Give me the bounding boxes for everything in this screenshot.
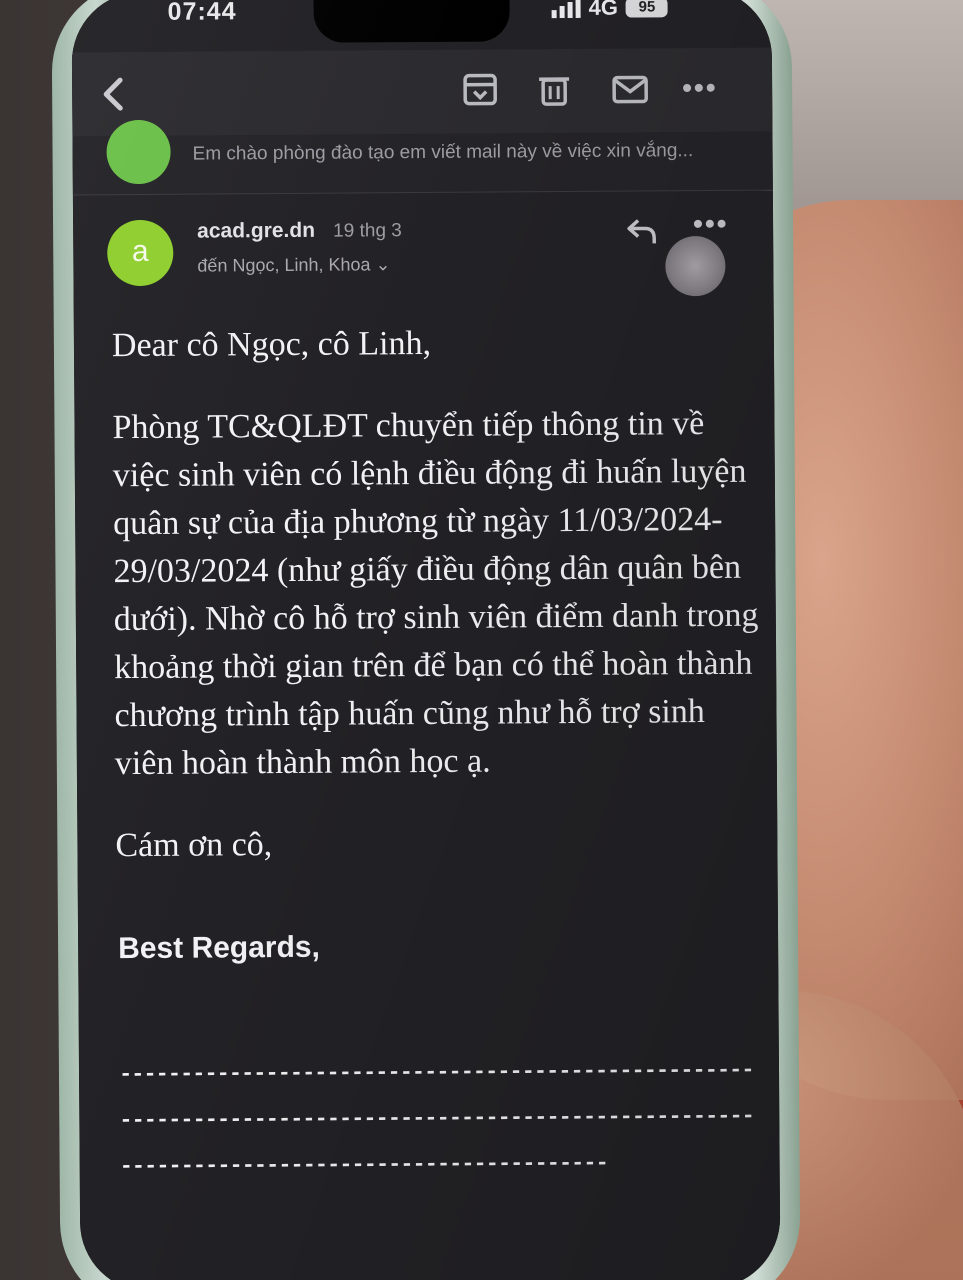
more-icon[interactable]: ••• [682, 68, 722, 108]
thanks-line: Cám ơn cô, [115, 826, 273, 865]
message-body: Dear cô Ngọc, cô Linh, Phòng TC&QLĐT chu… [112, 318, 766, 889]
status-time: 07:44 [167, 0, 237, 26]
mail-icon[interactable] [610, 68, 650, 108]
body-paragraph: Phòng TC&QLĐT chuyển tiếp thông tin về v… [112, 405, 759, 783]
reply-icon[interactable] [625, 214, 659, 248]
greeting: Dear cô Ngọc, cô Linh, [111, 324, 432, 365]
separator-line: ----------------------------------------… [118, 1057, 754, 1180]
phone-screen: 07:44 4G 95 ••• Em chào phòng đào tạo em… [71, 0, 781, 1280]
message-date: 19 thg 3 [333, 220, 402, 242]
dynamic-island [313, 0, 510, 43]
mail-app: 07:44 4G 95 ••• Em chào phòng đào tạo em… [71, 0, 781, 1280]
archive-icon[interactable] [460, 69, 500, 109]
network-type: 4G [588, 0, 619, 20]
signoff: Best Regards, [118, 930, 321, 966]
preview-snippet: Em chào phòng đào tạo em viết mail này v… [192, 140, 694, 165]
trash-icon[interactable] [534, 69, 574, 109]
battery-icon: 95 [625, 0, 669, 18]
back-chevron-icon[interactable] [94, 74, 134, 114]
thread-preview[interactable]: Em chào phòng đào tạo em viết mail này v… [72, 119, 773, 196]
preview-avatar [106, 119, 171, 185]
sender-avatar[interactable]: a [107, 219, 174, 287]
assistive-touch-button[interactable] [665, 235, 726, 297]
photo-scene: 07:44 4G 95 ••• Em chào phòng đào tạo em… [0, 0, 963, 1280]
status-indicators: 4G 95 [551, 0, 669, 21]
recipients-toggle[interactable]: đến Ngọc, Linh, Khoa ⌄ [197, 254, 390, 276]
signal-icon [551, 0, 581, 19]
mail-toolbar: ••• [71, 47, 773, 137]
sender-name[interactable]: acad.gre.dn [197, 219, 315, 244]
